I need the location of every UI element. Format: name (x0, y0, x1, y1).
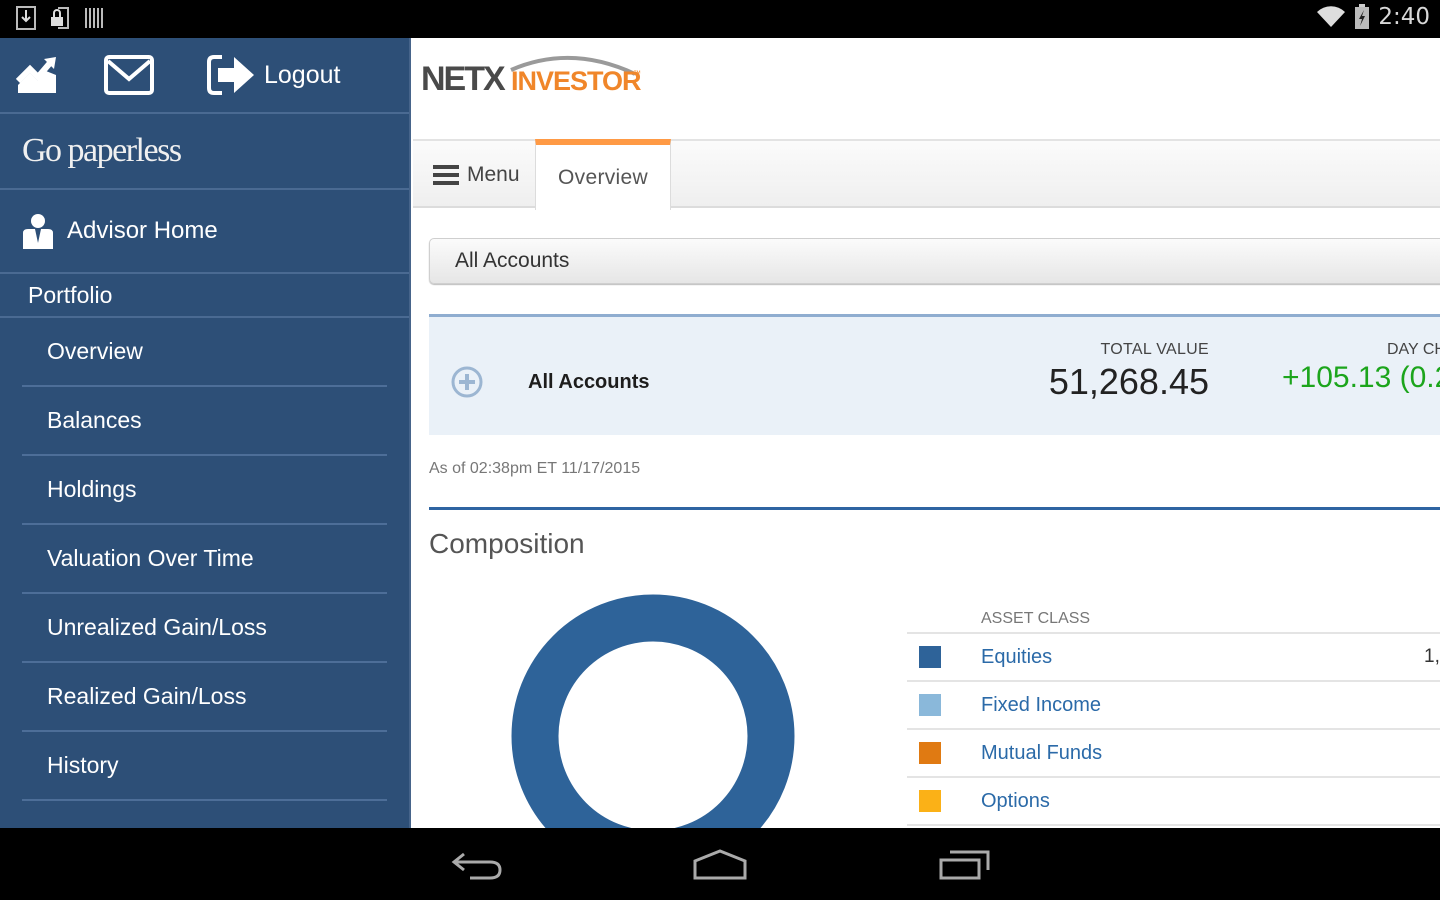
sidebar-section-portfolio: Portfolio (0, 274, 409, 318)
asset-class-label[interactable]: Equities (981, 646, 1052, 669)
back-button[interactable] (450, 848, 504, 882)
logout-button[interactable]: Logout (206, 54, 340, 96)
sidebar-toolbar: Logout (0, 38, 409, 114)
menu-label: Menu (467, 162, 520, 186)
clock: 2:40 (1378, 4, 1430, 30)
color-swatch (919, 694, 941, 716)
advisor-icon (23, 214, 53, 249)
go-paperless-link[interactable]: Go paperless (0, 114, 409, 190)
barcode-icon (85, 8, 103, 28)
mail-icon (104, 55, 154, 95)
main-panel: NETX INVESTOR ™ Menu Overview All Accoun… (411, 38, 1440, 828)
expand-plus-icon[interactable] (451, 366, 483, 398)
composition-title: Composition (429, 528, 585, 559)
netx-investor-logo: NETX INVESTOR ™ (421, 48, 651, 113)
section-divider (429, 507, 1440, 510)
composition-donut-chart (511, 594, 795, 828)
tab-overview[interactable]: Overview (535, 139, 671, 210)
sidebar-item-advisor-home[interactable]: Advisor Home (0, 190, 409, 274)
sidebar-item-balances[interactable]: Balances (22, 387, 387, 456)
logout-icon (207, 55, 254, 95)
legend-row-fixed-income[interactable]: Fixed Income (907, 682, 1440, 730)
color-swatch (919, 742, 941, 764)
sidebar-item-overview[interactable]: Overview (22, 318, 387, 387)
logo-tm: ™ (633, 69, 641, 78)
sidebar-item-unrealized-gain-loss[interactable]: Unrealized Gain/Loss (22, 594, 387, 663)
recent-apps-button[interactable] (938, 848, 992, 882)
account-select[interactable]: All Accounts (429, 238, 1440, 284)
hamburger-icon (433, 164, 459, 185)
sidebar-item-history[interactable]: History (22, 732, 387, 801)
legend-row-equities[interactable]: Equities 1, (907, 634, 1440, 682)
legend-row-mutual-funds[interactable]: Mutual Funds (907, 730, 1440, 778)
menu-button[interactable]: Menu (413, 141, 535, 208)
donut-segment-equities[interactable] (511, 594, 795, 828)
asset-class-value: 1, (1424, 646, 1440, 667)
asset-class-label[interactable]: Mutual Funds (981, 742, 1102, 765)
color-swatch (919, 790, 941, 812)
asset-class-label[interactable]: Options (981, 790, 1050, 813)
total-value-label: TOTAL VALUE (1100, 341, 1209, 358)
sidebar-item-valuation-over-time[interactable]: Valuation Over Time (22, 525, 387, 594)
sidebar-item-holdings[interactable]: Holdings (22, 456, 387, 525)
tab-bar: Menu Overview (413, 139, 1440, 210)
status-bar: 2:40 (0, 0, 1440, 38)
color-swatch (919, 646, 941, 668)
lock-screen-icon (51, 7, 69, 29)
performance-button[interactable] (16, 55, 58, 95)
messages-button[interactable] (104, 55, 154, 95)
system-nav-bar (0, 828, 1440, 900)
as-of-timestamp: As of 02:38pm ET 11/17/2015 (429, 460, 641, 477)
sidebar: Logout Go paperless Advisor Home Portfol… (0, 38, 411, 828)
legend-row-options[interactable]: Options (907, 778, 1440, 826)
account-name: All Accounts (528, 371, 650, 393)
logout-label: Logout (264, 60, 341, 89)
advisor-home-label: Advisor Home (67, 217, 218, 244)
day-change-label: DAY CH (1387, 341, 1440, 358)
asset-class-header: ASSET CLASS (907, 606, 1440, 634)
battery-charging-icon (1355, 4, 1370, 29)
day-change-value: +105.13 (0.2 (1282, 361, 1440, 394)
total-value: 51,268.45 (1048, 361, 1209, 402)
sidebar-item-realized-gain-loss[interactable]: Realized Gain/Loss (22, 663, 387, 732)
account-summary: All Accounts TOTAL VALUE 51,268.45 DAY C… (429, 314, 1440, 435)
home-button[interactable] (692, 848, 748, 882)
asset-class-label[interactable]: Fixed Income (981, 694, 1101, 717)
wifi-icon (1317, 6, 1346, 28)
download-icon (16, 6, 36, 30)
logo-investor: INVESTOR (511, 66, 641, 96)
logo-netx: NETX (421, 60, 506, 98)
portfolio-nav-list: Overview Balances Holdings Valuation Ove… (0, 318, 409, 801)
chart-trend-icon (16, 57, 56, 93)
asset-class-legend: ASSET CLASS Equities 1, Fixed Income Mut… (907, 606, 1440, 826)
